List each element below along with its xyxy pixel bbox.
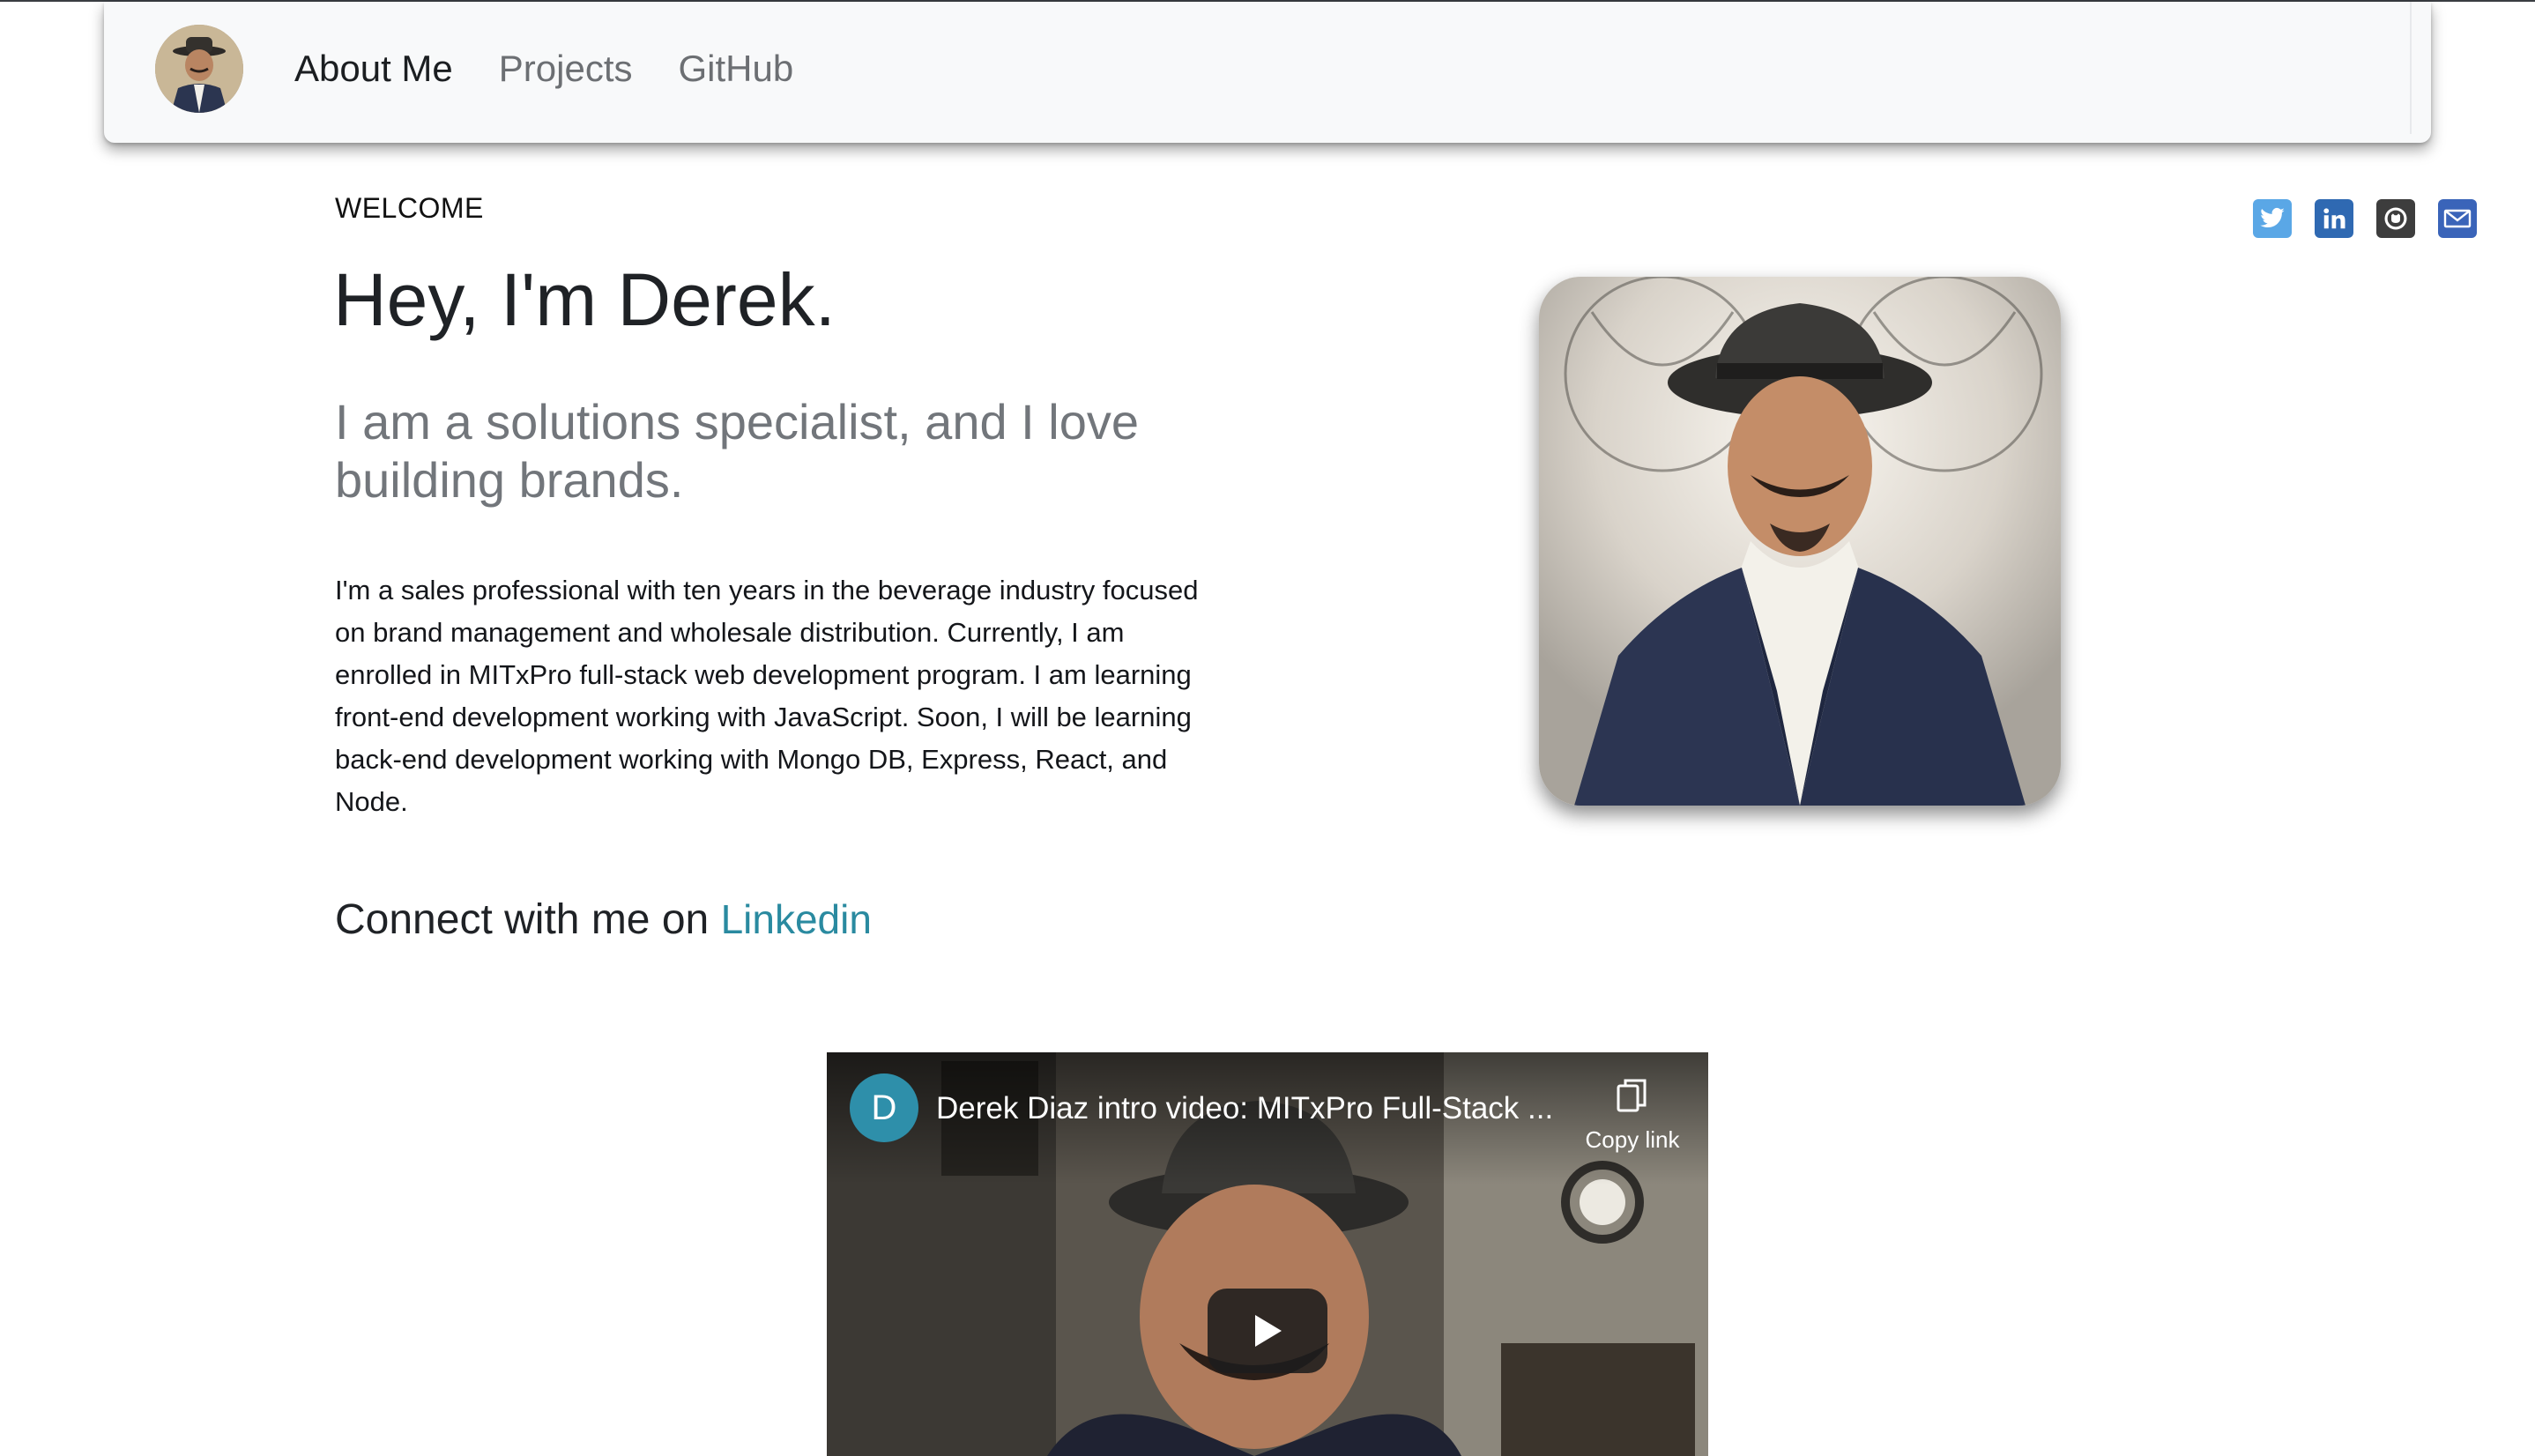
welcome-eyebrow: WELCOME xyxy=(335,192,484,224)
connect-line: Connect with me on Linkedin xyxy=(335,890,872,949)
navbar-divider xyxy=(2410,2,2412,134)
hero-subtitle: I am a solutions specialist, and I love … xyxy=(335,394,1140,508)
copy-icon xyxy=(1617,1079,1647,1112)
social-links xyxy=(2253,199,2477,238)
avatar[interactable] xyxy=(155,25,243,113)
profile-photo xyxy=(1539,277,2061,806)
portrait-illustration-icon xyxy=(1539,277,2061,806)
connect-prefix: Connect with me on xyxy=(335,896,710,943)
copy-link-label: Copy link xyxy=(1585,1126,1680,1153)
email-icon[interactable] xyxy=(2438,199,2477,238)
page-title: Hey, I'm Derek. xyxy=(333,258,836,341)
channel-avatar[interactable]: D xyxy=(850,1073,918,1142)
github-icon[interactable] xyxy=(2376,199,2415,238)
linkedin-link[interactable]: Linkedin xyxy=(721,896,872,942)
copy-link-button[interactable]: Copy link xyxy=(1567,1077,1698,1154)
nav-link-projects[interactable]: Projects xyxy=(499,44,633,93)
video-title[interactable]: Derek Diaz intro video: MITxPro Full-Sta… xyxy=(936,1089,1553,1128)
linkedin-icon[interactable] xyxy=(2315,199,2353,238)
nav-link-github[interactable]: GitHub xyxy=(679,44,794,93)
twitter-icon[interactable] xyxy=(2253,199,2292,238)
bio-paragraph: I'm a sales professional with ten years … xyxy=(335,575,1199,817)
play-icon xyxy=(1255,1315,1282,1347)
nav-link-about-me[interactable]: About Me xyxy=(294,44,453,93)
navbar: About Me Projects GitHub xyxy=(104,2,2431,143)
intro-video-player[interactable]: D Derek Diaz intro video: MITxPro Full-S… xyxy=(827,1052,1708,1456)
nav-links: About Me Projects GitHub xyxy=(294,44,793,93)
play-button[interactable] xyxy=(1208,1289,1327,1373)
avatar-portrait-icon xyxy=(155,25,243,113)
